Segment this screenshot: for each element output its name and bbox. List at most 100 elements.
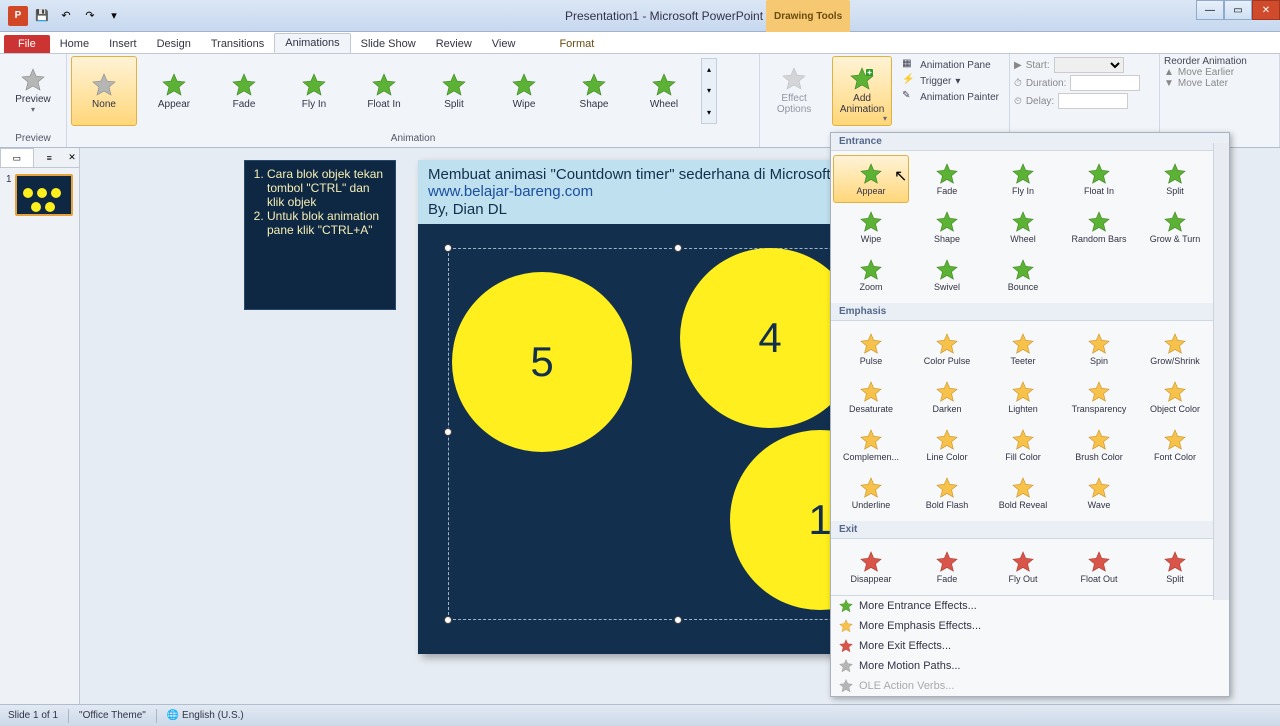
gal-complemen---[interactable]: Complemen... bbox=[833, 421, 909, 469]
gal-brush-color[interactable]: Brush Color bbox=[1061, 421, 1137, 469]
gal-fly-in[interactable]: Fly In bbox=[985, 155, 1061, 203]
gal-font-color[interactable]: Font Color bbox=[1137, 421, 1213, 469]
tab-animations[interactable]: Animations bbox=[274, 33, 350, 53]
redo-button[interactable]: ↷ bbox=[80, 6, 100, 26]
gal-spin[interactable]: Spin bbox=[1061, 325, 1137, 373]
save-button[interactable]: 💾 bbox=[32, 6, 52, 26]
titlebar: P 💾 ↶ ↷ ▾ Presentation1 - Microsoft Powe… bbox=[0, 0, 1280, 32]
anim-fly-in[interactable]: Fly In bbox=[281, 56, 347, 126]
status-theme: "Office Theme" bbox=[79, 710, 146, 721]
group-animation-gallery: NoneAppearFadeFly InFloat InSplitWipeSha… bbox=[67, 54, 760, 147]
gal-more-2[interactable]: More Exit Effects... bbox=[831, 636, 1229, 656]
gal-appear[interactable]: Appear bbox=[833, 155, 909, 203]
quick-access-toolbar: P 💾 ↶ ↷ ▾ bbox=[0, 6, 132, 26]
animation-pane-button[interactable]: ▦Animation Pane bbox=[902, 58, 999, 72]
gallery-more-button[interactable]: ▴▾▾ bbox=[701, 58, 717, 124]
gal-bold-reveal[interactable]: Bold Reveal bbox=[985, 469, 1061, 517]
gal-shape[interactable]: Shape bbox=[909, 203, 985, 251]
gal-fill-color[interactable]: Fill Color bbox=[985, 421, 1061, 469]
gal-zoom[interactable]: Zoom bbox=[833, 251, 909, 299]
anim-appear[interactable]: Appear bbox=[141, 56, 207, 126]
gal-color-pulse[interactable]: Color Pulse bbox=[909, 325, 985, 373]
maximize-button[interactable]: ▭ bbox=[1224, 0, 1252, 20]
gal-fly-out[interactable]: Fly Out bbox=[985, 543, 1061, 591]
preview-button[interactable]: Preview ▾ bbox=[4, 56, 62, 126]
anim-shape[interactable]: Shape bbox=[561, 56, 627, 126]
anim-wheel[interactable]: Wheel bbox=[631, 56, 697, 126]
contextual-tab-group: Drawing Tools bbox=[766, 0, 850, 32]
animation-painter-button[interactable]: ✎Animation Painter bbox=[902, 90, 999, 104]
gal-split[interactable]: Split bbox=[1137, 155, 1213, 203]
close-panel[interactable]: ✕ bbox=[65, 148, 79, 167]
start-row[interactable]: ▶ Start: bbox=[1014, 56, 1155, 74]
gal-more-0[interactable]: More Entrance Effects... bbox=[831, 596, 1229, 616]
file-tab[interactable]: File bbox=[4, 35, 50, 53]
gal-wheel[interactable]: Wheel bbox=[985, 203, 1061, 251]
move-earlier-button[interactable]: ▲ Move Earlier bbox=[1164, 67, 1275, 78]
minimize-button[interactable]: — bbox=[1196, 0, 1224, 20]
gal-split[interactable]: Split bbox=[1137, 543, 1213, 591]
gal-fade[interactable]: Fade bbox=[909, 543, 985, 591]
move-later-button[interactable]: ▼ Move Later bbox=[1164, 78, 1275, 89]
gal-lighten[interactable]: Lighten bbox=[985, 373, 1061, 421]
gal-bold-flash[interactable]: Bold Flash bbox=[909, 469, 985, 517]
outline-tab[interactable]: ≡ bbox=[34, 148, 66, 167]
slide-panel: ▭ ≡ ✕ 1 bbox=[0, 148, 80, 704]
add-animation-button[interactable]: Add Animation ▾ bbox=[832, 56, 892, 126]
anim-split[interactable]: Split bbox=[421, 56, 487, 126]
anim-none[interactable]: None bbox=[71, 56, 137, 126]
status-slide: Slide 1 of 1 bbox=[8, 710, 58, 721]
gal-swivel[interactable]: Swivel bbox=[909, 251, 985, 299]
tab-transitions[interactable]: Transitions bbox=[201, 35, 274, 53]
gal-line-color[interactable]: Line Color bbox=[909, 421, 985, 469]
gal-float-out[interactable]: Float Out bbox=[1061, 543, 1137, 591]
tab-review[interactable]: Review bbox=[426, 35, 482, 53]
add-animation-gallery: Entrance AppearFadeFly InFloat InSplitWi… bbox=[830, 132, 1230, 697]
gal-float-in[interactable]: Float In bbox=[1061, 155, 1137, 203]
gallery-scrollbar[interactable] bbox=[1213, 143, 1229, 600]
gal-desaturate[interactable]: Desaturate bbox=[833, 373, 909, 421]
gal-more-1[interactable]: More Emphasis Effects... bbox=[831, 616, 1229, 636]
slide-thumbnail-1[interactable]: 1 bbox=[6, 174, 73, 216]
circle-5[interactable]: 5 bbox=[452, 272, 632, 452]
gal-random-bars[interactable]: Random Bars bbox=[1061, 203, 1137, 251]
gal-more-4: OLE Action Verbs... bbox=[831, 676, 1229, 696]
gal-disappear[interactable]: Disappear bbox=[833, 543, 909, 591]
window-title: Presentation1 - Microsoft PowerPoint bbox=[132, 9, 1196, 23]
trigger-button[interactable]: ⚡Trigger ▾ bbox=[902, 74, 999, 88]
gal-darken[interactable]: Darken bbox=[909, 373, 985, 421]
gal-grow-shrink[interactable]: Grow/Shrink bbox=[1137, 325, 1213, 373]
group-effect-options: Effect Options bbox=[760, 54, 828, 147]
gal-grow---turn[interactable]: Grow & Turn bbox=[1137, 203, 1213, 251]
status-lang[interactable]: 🌐 English (U.S.) bbox=[167, 710, 244, 721]
tab-slideshow[interactable]: Slide Show bbox=[351, 35, 426, 53]
gal-bounce[interactable]: Bounce bbox=[985, 251, 1061, 299]
gal-pulse[interactable]: Pulse bbox=[833, 325, 909, 373]
notes-callout: Cara blok objek tekan tombol "CTRL" dan … bbox=[244, 160, 396, 310]
tab-home[interactable]: Home bbox=[50, 35, 99, 53]
effect-options-button[interactable]: Effect Options bbox=[764, 56, 824, 126]
gal-transparency[interactable]: Transparency bbox=[1061, 373, 1137, 421]
tab-design[interactable]: Design bbox=[147, 35, 201, 53]
anim-wipe[interactable]: Wipe bbox=[491, 56, 557, 126]
tab-insert[interactable]: Insert bbox=[99, 35, 147, 53]
delay-row[interactable]: ⏲ Delay: bbox=[1014, 92, 1155, 110]
gal-fade[interactable]: Fade bbox=[909, 155, 985, 203]
anim-fade[interactable]: Fade bbox=[211, 56, 277, 126]
qat-dropdown[interactable]: ▾ bbox=[104, 6, 124, 26]
undo-button[interactable]: ↶ bbox=[56, 6, 76, 26]
gal-teeter[interactable]: Teeter bbox=[985, 325, 1061, 373]
tab-format[interactable]: Format bbox=[549, 35, 604, 53]
gal-underline[interactable]: Underline bbox=[833, 469, 909, 517]
slide-link[interactable]: www.belajar-bareng.com bbox=[428, 183, 593, 200]
gal-object-color[interactable]: Object Color bbox=[1137, 373, 1213, 421]
close-button[interactable]: ✕ bbox=[1252, 0, 1280, 20]
duration-row[interactable]: ⏱ Duration: bbox=[1014, 74, 1155, 92]
tab-view[interactable]: View bbox=[482, 35, 526, 53]
gal-more-3[interactable]: More Motion Paths... bbox=[831, 656, 1229, 676]
gal-wave[interactable]: Wave bbox=[1061, 469, 1137, 517]
ribbon-tabs: File Home Insert Design Transitions Anim… bbox=[0, 32, 1280, 54]
anim-float-in[interactable]: Float In bbox=[351, 56, 417, 126]
slides-tab[interactable]: ▭ bbox=[0, 148, 34, 167]
gal-wipe[interactable]: Wipe bbox=[833, 203, 909, 251]
